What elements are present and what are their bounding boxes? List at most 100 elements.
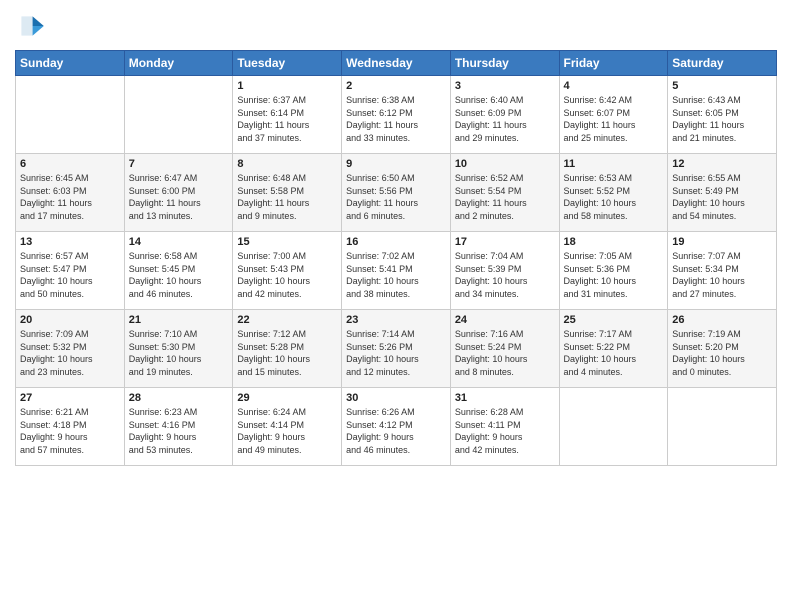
day-info: Sunrise: 6:40 AM Sunset: 6:09 PM Dayligh…: [455, 94, 555, 144]
calendar-cell: 28 Sunrise: 6:23 AM Sunset: 4:16 PM Dayli…: [124, 388, 233, 466]
day-number: 16: [346, 236, 446, 248]
calendar-cell: 2 Sunrise: 6:38 AM Sunset: 6:12 PM Daylig…: [342, 76, 451, 154]
day-number: 20: [20, 314, 120, 326]
day-info: Sunrise: 7:17 AM Sunset: 5:22 PM Dayligh…: [564, 328, 664, 378]
day-number: 11: [564, 158, 664, 170]
day-info: Sunrise: 6:45 AM Sunset: 6:03 PM Dayligh…: [20, 172, 120, 222]
day-info: Sunrise: 7:07 AM Sunset: 5:34 PM Dayligh…: [672, 250, 772, 300]
calendar-cell: 6 Sunrise: 6:45 AM Sunset: 6:03 PM Daylig…: [16, 154, 125, 232]
day-number: 24: [455, 314, 555, 326]
day-number: 5: [672, 80, 772, 92]
calendar-cell: 23 Sunrise: 7:14 AM Sunset: 5:26 PM Dayli…: [342, 310, 451, 388]
calendar-cell: 25 Sunrise: 7:17 AM Sunset: 5:22 PM Dayli…: [559, 310, 668, 388]
calendar-cell: 18 Sunrise: 7:05 AM Sunset: 5:36 PM Dayli…: [559, 232, 668, 310]
day-number: 2: [346, 80, 446, 92]
main-container: SundayMondayTuesdayWednesdayThursdayFrid…: [0, 0, 792, 476]
day-info: Sunrise: 7:16 AM Sunset: 5:24 PM Dayligh…: [455, 328, 555, 378]
week-row-4: 27 Sunrise: 6:21 AM Sunset: 4:18 PM Dayli…: [16, 388, 777, 466]
day-info: Sunrise: 6:57 AM Sunset: 5:47 PM Dayligh…: [20, 250, 120, 300]
weekday-header-wednesday: Wednesday: [342, 51, 451, 76]
day-info: Sunrise: 7:00 AM Sunset: 5:43 PM Dayligh…: [237, 250, 337, 300]
calendar-cell: 10 Sunrise: 6:52 AM Sunset: 5:54 PM Dayli…: [450, 154, 559, 232]
day-info: Sunrise: 6:21 AM Sunset: 4:18 PM Dayligh…: [20, 406, 120, 456]
day-info: Sunrise: 6:38 AM Sunset: 6:12 PM Dayligh…: [346, 94, 446, 144]
day-info: Sunrise: 7:14 AM Sunset: 5:26 PM Dayligh…: [346, 328, 446, 378]
calendar-cell: 11 Sunrise: 6:53 AM Sunset: 5:52 PM Dayli…: [559, 154, 668, 232]
weekday-header-row: SundayMondayTuesdayWednesdayThursdayFrid…: [16, 51, 777, 76]
day-info: Sunrise: 7:05 AM Sunset: 5:36 PM Dayligh…: [564, 250, 664, 300]
day-info: Sunrise: 7:19 AM Sunset: 5:20 PM Dayligh…: [672, 328, 772, 378]
day-info: Sunrise: 6:52 AM Sunset: 5:54 PM Dayligh…: [455, 172, 555, 222]
calendar-cell: [668, 388, 777, 466]
logo: [15, 10, 51, 42]
day-number: 25: [564, 314, 664, 326]
calendar-cell: 7 Sunrise: 6:47 AM Sunset: 6:00 PM Daylig…: [124, 154, 233, 232]
day-info: Sunrise: 6:28 AM Sunset: 4:11 PM Dayligh…: [455, 406, 555, 456]
day-info: Sunrise: 6:23 AM Sunset: 4:16 PM Dayligh…: [129, 406, 229, 456]
logo-icon: [15, 10, 47, 42]
week-row-2: 13 Sunrise: 6:57 AM Sunset: 5:47 PM Dayli…: [16, 232, 777, 310]
day-info: Sunrise: 6:42 AM Sunset: 6:07 PM Dayligh…: [564, 94, 664, 144]
week-row-0: 1 Sunrise: 6:37 AM Sunset: 6:14 PM Daylig…: [16, 76, 777, 154]
calendar-cell: 31 Sunrise: 6:28 AM Sunset: 4:11 PM Dayli…: [450, 388, 559, 466]
weekday-header-thursday: Thursday: [450, 51, 559, 76]
day-info: Sunrise: 6:53 AM Sunset: 5:52 PM Dayligh…: [564, 172, 664, 222]
day-info: Sunrise: 7:04 AM Sunset: 5:39 PM Dayligh…: [455, 250, 555, 300]
calendar-cell: 9 Sunrise: 6:50 AM Sunset: 5:56 PM Daylig…: [342, 154, 451, 232]
day-number: 18: [564, 236, 664, 248]
weekday-header-saturday: Saturday: [668, 51, 777, 76]
calendar-cell: 4 Sunrise: 6:42 AM Sunset: 6:07 PM Daylig…: [559, 76, 668, 154]
day-number: 31: [455, 392, 555, 404]
day-number: 26: [672, 314, 772, 326]
day-number: 4: [564, 80, 664, 92]
calendar-cell: 24 Sunrise: 7:16 AM Sunset: 5:24 PM Dayli…: [450, 310, 559, 388]
day-info: Sunrise: 6:37 AM Sunset: 6:14 PM Dayligh…: [237, 94, 337, 144]
day-number: 13: [20, 236, 120, 248]
day-info: Sunrise: 6:55 AM Sunset: 5:49 PM Dayligh…: [672, 172, 772, 222]
calendar-cell: 30Sunrise: 6:26 AM Sunset: 4:12 PM Dayli…: [342, 388, 451, 466]
day-number: 12: [672, 158, 772, 170]
calendar-cell: 20 Sunrise: 7:09 AM Sunset: 5:32 PM Dayli…: [16, 310, 125, 388]
day-number: 29: [237, 392, 337, 404]
day-info: Sunrise: 6:50 AM Sunset: 5:56 PM Dayligh…: [346, 172, 446, 222]
calendar-cell: [559, 388, 668, 466]
calendar-cell: [124, 76, 233, 154]
calendar-cell: 26 Sunrise: 7:19 AM Sunset: 5:20 PM Dayli…: [668, 310, 777, 388]
day-number: 14: [129, 236, 229, 248]
day-number: 30: [346, 392, 446, 404]
day-number: 21: [129, 314, 229, 326]
day-number: 28: [129, 392, 229, 404]
weekday-header-friday: Friday: [559, 51, 668, 76]
weekday-header-sunday: Sunday: [16, 51, 125, 76]
day-number: 23: [346, 314, 446, 326]
calendar-cell: 1 Sunrise: 6:37 AM Sunset: 6:14 PM Daylig…: [233, 76, 342, 154]
day-info: Sunrise: 6:24 AM Sunset: 4:14 PM Dayligh…: [237, 406, 337, 456]
calendar-cell: 17Sunrise: 7:04 AM Sunset: 5:39 PM Dayli…: [450, 232, 559, 310]
calendar-cell: 27 Sunrise: 6:21 AM Sunset: 4:18 PM Dayli…: [16, 388, 125, 466]
day-info: Sunrise: 7:09 AM Sunset: 5:32 PM Dayligh…: [20, 328, 120, 378]
day-number: 19: [672, 236, 772, 248]
calendar-cell: 21 Sunrise: 7:10 AM Sunset: 5:30 PM Dayli…: [124, 310, 233, 388]
calendar-cell: 13 Sunrise: 6:57 AM Sunset: 5:47 PM Dayli…: [16, 232, 125, 310]
calendar-cell: 22Sunrise: 7:12 AM Sunset: 5:28 PM Dayli…: [233, 310, 342, 388]
day-number: 15: [237, 236, 337, 248]
day-info: Sunrise: 7:12 AM Sunset: 5:28 PM Dayligh…: [237, 328, 337, 378]
day-info: Sunrise: 7:10 AM Sunset: 5:30 PM Dayligh…: [129, 328, 229, 378]
calendar-cell: 12 Sunrise: 6:55 AM Sunset: 5:49 PM Dayli…: [668, 154, 777, 232]
day-number: 1: [237, 80, 337, 92]
day-number: 3: [455, 80, 555, 92]
day-number: 10: [455, 158, 555, 170]
day-info: Sunrise: 7:02 AM Sunset: 5:41 PM Dayligh…: [346, 250, 446, 300]
calendar-cell: 5 Sunrise: 6:43 AM Sunset: 6:05 PM Daylig…: [668, 76, 777, 154]
calendar-table: SundayMondayTuesdayWednesdayThursdayFrid…: [15, 50, 777, 466]
day-number: 9: [346, 158, 446, 170]
weekday-header-monday: Monday: [124, 51, 233, 76]
calendar-cell: 8Sunrise: 6:48 AM Sunset: 5:58 PM Daylig…: [233, 154, 342, 232]
day-number: 27: [20, 392, 120, 404]
calendar-cell: 14Sunrise: 6:58 AM Sunset: 5:45 PM Dayli…: [124, 232, 233, 310]
day-number: 7: [129, 158, 229, 170]
day-number: 6: [20, 158, 120, 170]
day-info: Sunrise: 6:47 AM Sunset: 6:00 PM Dayligh…: [129, 172, 229, 222]
calendar-cell: [16, 76, 125, 154]
day-info: Sunrise: 6:43 AM Sunset: 6:05 PM Dayligh…: [672, 94, 772, 144]
